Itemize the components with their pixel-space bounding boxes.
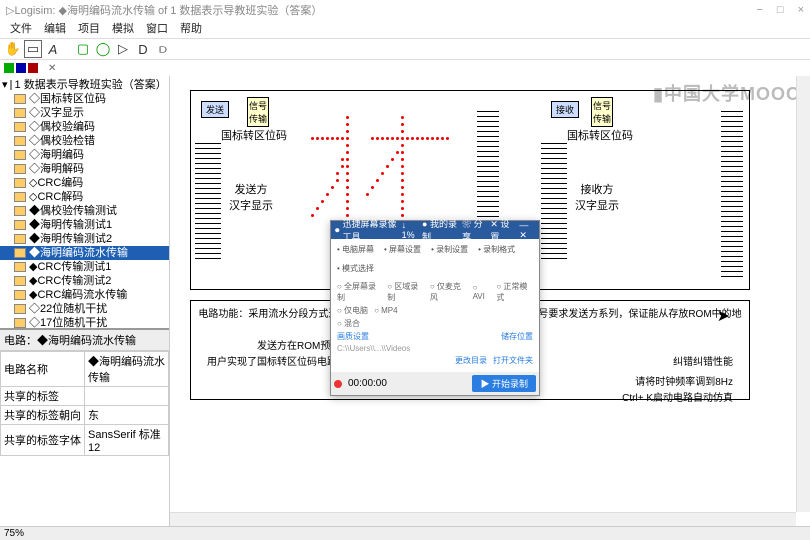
tree-item[interactable]: ◇CRC解码 [0,190,169,204]
properties-header: 电路：◆海明编码流水传输 [0,330,169,351]
tree-item[interactable]: ◇22位随机干扰 [0,302,169,316]
menu-simulate[interactable]: 模拟 [108,20,138,38]
tree-item[interactable]: ◇CRC编码 [0,176,169,190]
menu-file[interactable]: 文件 [6,20,36,38]
tree-root[interactable]: ▾1 数据表示导教班实验（答案） * [0,78,169,92]
send-code-label: 国标转区位码 [221,127,287,143]
toolbar-secondary: ✕ [0,60,810,76]
project-tree[interactable]: ▾1 数据表示导教班实验（答案） * ◇国标转区位码◇汉字显示◇偶校验编码◇偶校… [0,76,169,328]
dialog-options-row2[interactable]: ○ 仅电脑○ MP4 [337,305,533,316]
dialog-title: 迅捷屏幕录像工具 [343,217,402,243]
tree-item[interactable]: ◆海明传输测试2 [0,232,169,246]
timer-value: 00:00:00 [348,378,387,389]
tree-item[interactable]: ◇偶校验编码 [0,120,169,134]
dialog-close[interactable]: — ✕ [519,220,535,241]
scrollbar-vertical[interactable] [796,76,810,512]
statusbar: 75% [0,526,810,540]
input-pin-tool[interactable]: ▢ [74,40,92,58]
storage-link[interactable]: 储存位置 [501,331,533,342]
close-button[interactable]: × [798,4,804,16]
sidebar: ▾1 数据表示导教班实验（答案） * ◇国标转区位码◇汉字显示◇偶校验编码◇偶校… [0,76,170,526]
menu-help[interactable]: 帮助 [176,20,206,38]
text-tool[interactable]: A [44,40,62,58]
minimize-button[interactable]: − [756,4,762,16]
recv-code-label: 国标转区位码 [567,127,633,143]
tree-item[interactable]: ◇海明解码 [0,162,169,176]
output-pin-tool[interactable]: ◯ [94,40,112,58]
dialog-section-labels: • 电脑屏幕 • 屏幕设置 • 录制设置 • 录制格式 • 模式选择 [331,239,539,275]
sim-controls[interactable]: ✕ [48,63,56,74]
tree-item[interactable]: ◆偶校验传输测试 [0,204,169,218]
tree-item[interactable]: ◆CRC编码流水传输 [0,288,169,302]
dialog-options-row3[interactable]: ○ 混合 [337,318,533,329]
menu-project[interactable]: 项目 [74,20,104,38]
tree-item[interactable]: ◆CRC传输测试1 [0,260,169,274]
signal-box-recv: 信号传输 [591,97,613,127]
recv-button[interactable]: 接收 [551,101,579,118]
change-dir-link[interactable]: 更改目录 [455,355,487,366]
dialog-header[interactable]: ⏺ 迅捷屏幕录像工具 ↓ 1% ● 我的录制 ❀ 分享 ✕ 设置 — ✕ [331,221,539,239]
zoom-level: 75% [4,528,24,539]
dialog-tab-share[interactable]: ❀ 分享 [462,217,486,243]
or-gate-tool[interactable]: ⫐ [154,40,172,58]
mouse-cursor: ➤ [717,306,730,326]
not-gate-tool[interactable]: ▷ [114,40,132,58]
tree-item[interactable]: ◇17位随机干扰 [0,316,169,328]
poke-tool[interactable]: ✋ [4,40,22,58]
window-title: Logisim: ◆海明编码流水传输 of 1 数据表示导教班实验（答案） [14,2,322,18]
tree-item[interactable]: ◇偶校验检错 [0,134,169,148]
menu-window[interactable]: 窗口 [142,20,172,38]
signal-box-send: 信号传输 [247,97,269,127]
dialog-tab-download[interactable]: ↓ 1% [402,220,418,240]
color-green[interactable] [4,63,14,73]
scrollbar-horizontal[interactable] [170,512,796,526]
properties-table[interactable]: 电路名称◆海明编码流水传输共享的标签共享的标签朝向东共享的标签字体SansSer… [0,351,169,456]
dialog-icon: ⏺ [335,225,340,236]
tree-item[interactable]: ◆CRC传输测试2 [0,274,169,288]
dialog-tab-myrec[interactable]: ● 我的录制 [422,217,458,243]
menubar: 文件 编辑 项目 模拟 窗口 帮助 [0,20,810,38]
dialog-tab-settings[interactable]: ✕ 设置 [490,217,513,243]
color-blue[interactable] [16,63,26,73]
tree-item[interactable]: ◇海明编码 [0,148,169,162]
start-record-button[interactable]: ▶ 开始录制 [472,375,536,392]
tree-item[interactable]: ◆海明编码流水传输 [0,246,169,260]
record-indicator-icon [334,380,342,388]
dialog-options-row1[interactable]: ○ 全屏幕录制○ 区域录制○ 仅麦克风○ AVI○ 正常模式 [337,281,533,303]
and-gate-tool[interactable]: D [134,40,152,58]
properties-panel: 电路：◆海明编码流水传输 电路名称◆海明编码流水传输共享的标签共享的标签朝向东共… [0,328,169,526]
tree-item[interactable]: ◇国标转区位码 [0,92,169,106]
tree-item[interactable]: ◇汉字显示 [0,106,169,120]
path-display: C:\\Users\\...\\Videos [337,344,410,353]
maximize-button[interactable]: □ [777,4,784,16]
open-folder-link[interactable]: 打开文件夹 [493,355,533,366]
send-button[interactable]: 发送 [201,101,229,118]
quality-link[interactable]: 画质设置 [337,331,369,342]
dialog-timer-bar: 00:00:00 ▶ 开始录制 [331,372,539,395]
menu-edit[interactable]: 编辑 [40,20,70,38]
recv-display-label: 接收方汉字显示 [567,181,627,213]
tree-item[interactable]: ◆海明传输测试1 [0,218,169,232]
color-red[interactable] [28,63,38,73]
send-display-label: 发送方汉字显示 [221,181,281,213]
select-tool[interactable]: ▭ [24,40,42,58]
app-icon: ▷ [6,4,14,17]
screen-recorder-dialog[interactable]: ⏺ 迅捷屏幕录像工具 ↓ 1% ● 我的录制 ❀ 分享 ✕ 设置 — ✕ • 电… [330,220,540,396]
toolbar: ✋ ▭ A ▢ ◯ ▷ D ⫐ [0,38,810,60]
